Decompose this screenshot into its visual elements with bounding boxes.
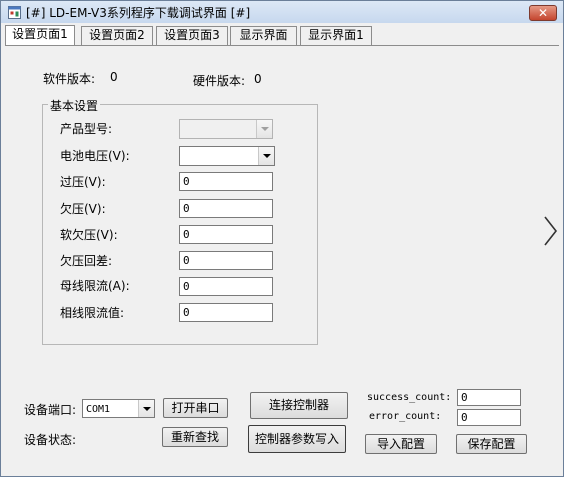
app-window-icon — [8, 6, 21, 19]
product-model-label: 产品型号: — [60, 122, 113, 136]
undervoltage-input[interactable]: 0 — [179, 199, 273, 218]
hardware-version-value: 0 — [254, 72, 262, 86]
device-status-label: 设备状态: — [24, 433, 77, 447]
tab-settings-2[interactable]: 设置页面2 — [81, 26, 153, 45]
tab-panel-border — [5, 45, 559, 46]
import-config-button[interactable]: 导入配置 — [365, 434, 437, 454]
error-count-field[interactable]: 0 — [457, 409, 521, 426]
phase-current-limit-input[interactable]: 0 — [179, 303, 273, 322]
bus-current-limit-label: 母线限流(A): — [60, 279, 130, 293]
battery-voltage-label: 电池电压(V): — [60, 149, 130, 163]
tab-settings-3[interactable]: 设置页面3 — [156, 26, 228, 45]
tab-settings-1[interactable]: 设置页面1 — [5, 25, 75, 46]
close-button[interactable]: ✕ — [529, 5, 557, 21]
overvoltage-label: 过压(V): — [60, 175, 106, 189]
phase-current-limit-label: 相线限流值: — [60, 306, 125, 320]
soft-undervoltage-input[interactable]: 0 — [179, 225, 273, 244]
undervoltage-hysteresis-label: 欠压回差: — [60, 254, 113, 268]
title-bar: [#] LD-EM-V3系列程序下载调试界面 [#] ✕ — [1, 1, 563, 23]
chevron-right-icon[interactable] — [541, 215, 559, 247]
success-count-field[interactable]: 0 — [457, 389, 521, 406]
tab-display[interactable]: 显示界面 — [230, 26, 297, 45]
write-params-button[interactable]: 控制器参数写入 — [248, 425, 346, 453]
device-port-value: COM1 — [86, 404, 111, 415]
connect-controller-button[interactable]: 连接控制器 — [250, 392, 348, 419]
soft-undervoltage-label: 软欠压(V): — [60, 228, 118, 242]
product-model-select[interactable] — [179, 119, 273, 139]
bus-current-limit-input[interactable]: 0 — [179, 277, 273, 296]
chevron-down-icon — [261, 127, 269, 131]
hardware-version-label: 硬件版本: — [193, 74, 246, 88]
window-title: [#] LD-EM-V3系列程序下载调试界面 [#] — [26, 6, 251, 20]
overvoltage-input[interactable]: 0 — [179, 172, 273, 191]
device-port-select[interactable]: COM1 — [82, 399, 155, 418]
battery-voltage-dropdown-button[interactable] — [258, 147, 274, 165]
chevron-down-icon — [263, 154, 271, 158]
device-port-label: 设备端口: — [24, 403, 77, 417]
success-count-label: success_count: — [367, 392, 452, 403]
rescan-button[interactable]: 重新查找 — [162, 427, 228, 447]
battery-voltage-select[interactable] — [179, 146, 275, 166]
undervoltage-hysteresis-input[interactable]: 0 — [179, 251, 273, 270]
software-version-label: 软件版本: — [43, 72, 96, 86]
product-model-dropdown-button[interactable] — [256, 120, 272, 138]
chevron-down-icon — [143, 407, 151, 411]
main-window: [#] LD-EM-V3系列程序下载调试界面 [#] ✕ 设置页面1 设置页面2… — [0, 0, 564, 477]
software-version-value: 0 — [110, 70, 118, 84]
open-port-button[interactable]: 打开串口 — [163, 398, 228, 418]
basic-settings-legend: 基本设置 — [48, 97, 101, 114]
device-port-dropdown-button[interactable] — [138, 400, 154, 417]
save-config-button[interactable]: 保存配置 — [456, 434, 527, 454]
tab-display-1[interactable]: 显示界面1 — [300, 26, 372, 45]
error-count-label: error_count: — [369, 411, 442, 422]
undervoltage-label: 欠压(V): — [60, 202, 106, 216]
